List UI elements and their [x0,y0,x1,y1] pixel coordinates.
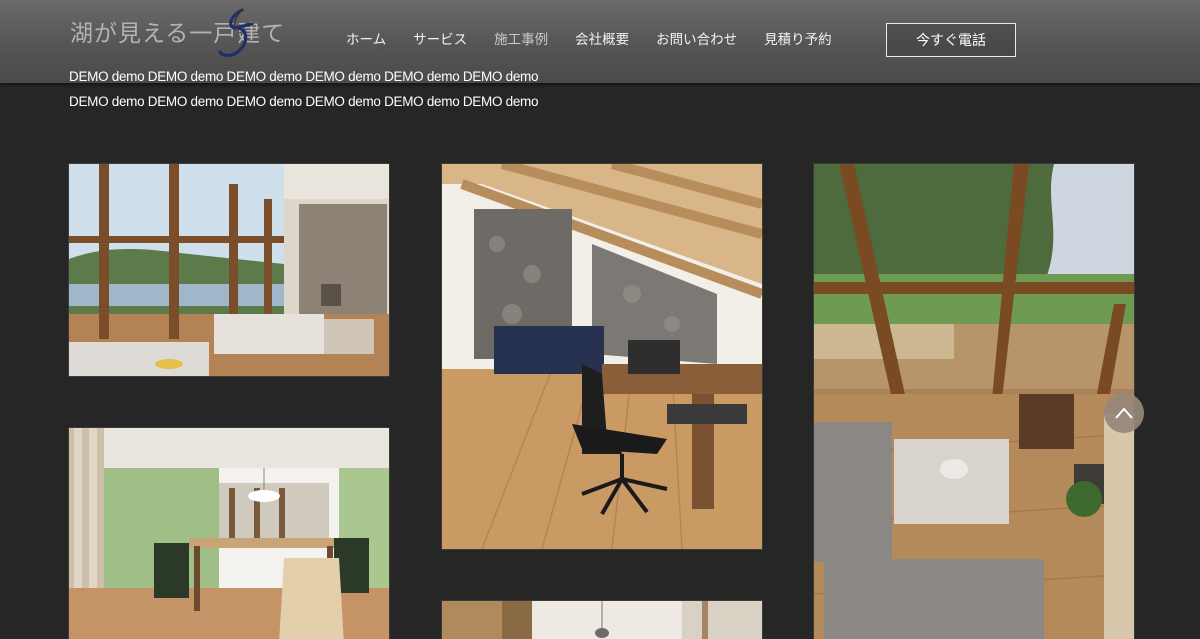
site-logo[interactable]: 湖が見える一戸建て [70,8,310,70]
nav-item-contact[interactable]: お問い合わせ [656,28,737,48]
attic-office-desk-photo[interactable] [441,163,763,550]
intro-text: DEMO demo DEMO demo DEMO demo DEMO demo … [69,64,569,114]
swirl-5-logo-icon [218,8,254,58]
attic-office-image [442,164,762,549]
dining-room-glass-walls-photo[interactable] [68,427,390,639]
scroll-to-top-button[interactable] [1104,393,1144,433]
nav-item-home[interactable]: ホーム [346,28,386,48]
interior-partial-image [442,601,762,639]
chevron-up-icon [1115,407,1133,419]
nav-item-services[interactable]: サービス [413,28,467,48]
interior-partial-photo[interactable] [441,600,763,639]
living-room-lake-view-photo[interactable] [68,163,390,377]
intro-line-1: DEMO demo DEMO demo DEMO demo DEMO demo … [69,69,539,84]
nav-item-works[interactable]: 施工事例 [494,28,548,48]
sunroom-image [814,164,1134,639]
intro-line-2: DEMO demo DEMO demo DEMO demo DEMO demo … [69,94,539,109]
page: 湖が見える一戸建て ホーム サービス 施工事例 会社概要 お問い合わせ 見積り予… [0,0,1200,639]
living-room-image [69,164,389,376]
nav-item-company[interactable]: 会社概要 [575,28,629,48]
call-now-button[interactable]: 今すぐ電話 [886,23,1016,57]
sunroom-aerial-living-photo[interactable] [813,163,1135,639]
dining-room-image [69,428,389,639]
nav-item-estimate[interactable]: 見積り予約 [764,28,832,48]
main-nav: ホーム サービス 施工事例 会社概要 お問い合わせ 見積り予約 [346,28,859,48]
